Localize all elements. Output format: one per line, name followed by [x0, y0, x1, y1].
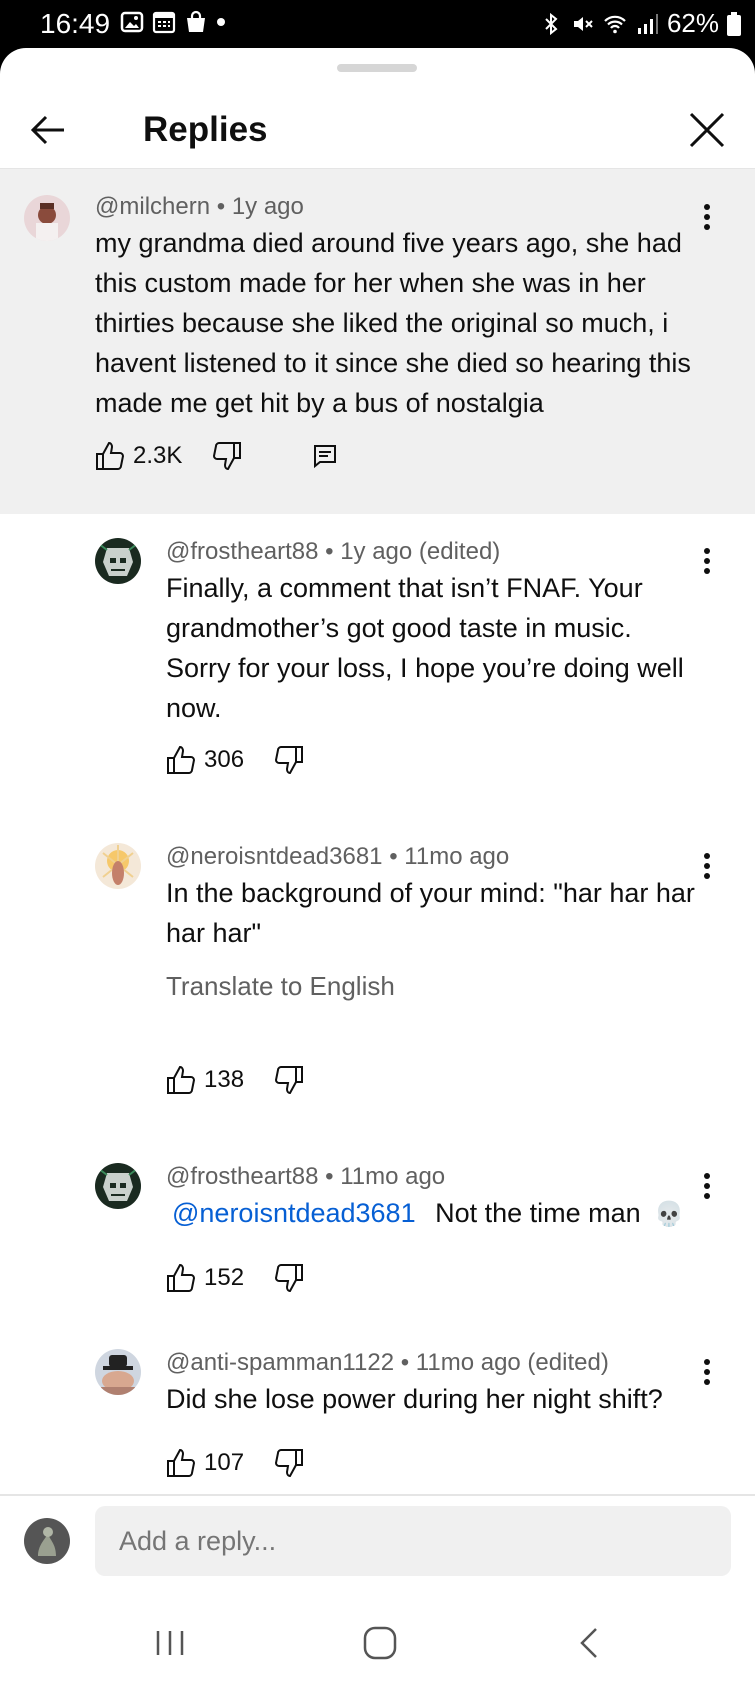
skull-emoji-icon: 💀	[654, 1201, 685, 1228]
calendar-icon	[152, 11, 176, 34]
thumbs-up-icon[interactable]	[95, 441, 125, 471]
reply-item: @frostheart88 • 1y ago (edited) Finally,…	[0, 538, 755, 788]
thumbs-up-icon[interactable]	[166, 1263, 196, 1293]
replies-header: Replies	[0, 88, 755, 168]
comment-actions: 152	[166, 1260, 304, 1296]
gallery-icon	[120, 11, 144, 33]
page-title: Replies	[143, 110, 268, 149]
comment-text: my grandma died around five years ago, s…	[95, 228, 691, 418]
comment-actions: 138	[166, 1062, 304, 1098]
reply-input[interactable]	[95, 1506, 731, 1576]
back-arrow-icon[interactable]	[26, 108, 70, 152]
comment-age: 11mo ago	[340, 1163, 446, 1190]
replies-sheet: Replies @milchern • 1y ago my grandma di…	[0, 48, 755, 1683]
translate-link[interactable]: Translate to English	[166, 971, 395, 1002]
comment-age: 11mo ago	[404, 843, 510, 870]
status-time: 16:49	[40, 8, 111, 39]
comment-author[interactable]: @frostheart88	[166, 538, 318, 565]
thumbs-down-icon[interactable]	[212, 441, 242, 471]
thumbs-up-icon[interactable]	[166, 1448, 196, 1478]
thumbs-down-icon[interactable]	[274, 1448, 304, 1478]
comment-actions: 107	[166, 1445, 304, 1481]
drag-handle[interactable]	[337, 64, 417, 72]
comment-text: @neroisntdead3681 Not the time man 💀	[172, 1198, 685, 1228]
avatar	[24, 1518, 70, 1564]
thumbs-down-icon[interactable]	[274, 1065, 304, 1095]
like-count: 107	[204, 1449, 245, 1476]
comment-author[interactable]: @milchern	[95, 193, 210, 220]
avatar[interactable]	[95, 538, 141, 584]
close-icon[interactable]	[685, 108, 729, 152]
avatar[interactable]	[95, 843, 141, 889]
parent-comment: @milchern • 1y ago my grandma died aroun…	[0, 169, 755, 514]
mention-link[interactable]: @neroisntdead3681	[172, 1198, 416, 1228]
like-count: 152	[204, 1264, 245, 1291]
signal-icon	[637, 13, 658, 34]
reply-item: @anti-spamman1122 • 11mo ago (edited) Di…	[0, 1349, 755, 1489]
reply-composer	[0, 1496, 755, 1586]
dot-icon	[217, 18, 225, 26]
avatar[interactable]	[95, 1349, 141, 1395]
comment-author[interactable]: @anti-spamman1122	[166, 1349, 394, 1376]
system-nav-bar	[0, 1603, 755, 1683]
status-bar: 16:49 62%	[0, 0, 755, 50]
recent-apps-icon[interactable]	[150, 1625, 190, 1661]
shopping-bag-icon	[187, 10, 205, 32]
comment-author[interactable]: @frostheart88	[166, 1163, 318, 1190]
back-icon[interactable]	[570, 1625, 610, 1661]
thumbs-down-icon[interactable]	[274, 745, 304, 775]
comment-text: Finally, a comment that isn’t FNAF. Your…	[166, 573, 684, 723]
like-count: 306	[204, 746, 245, 773]
comment-text: Did she lose power during her night shif…	[166, 1384, 663, 1414]
thumbs-down-icon[interactable]	[274, 1263, 304, 1293]
bluetooth-icon	[545, 12, 558, 35]
home-icon[interactable]	[360, 1625, 400, 1661]
avatar[interactable]	[24, 195, 70, 241]
battery-icon	[727, 11, 741, 36]
comment-age: 1y ago	[231, 193, 304, 220]
reply-icon[interactable]	[312, 443, 338, 469]
comment-actions: 2.3K	[95, 438, 338, 474]
reply-item: @frostheart88 • 11mo ago @neroisntdead36…	[0, 1163, 755, 1313]
avatar[interactable]	[95, 1163, 141, 1209]
mute-icon	[573, 16, 593, 31]
comment-age: 11mo ago (edited)	[415, 1349, 609, 1376]
like-count: 2.3K	[133, 442, 183, 469]
wifi-icon	[604, 15, 626, 33]
reply-item: @neroisntdead3681 • 11mo ago In the back…	[0, 843, 755, 1113]
thumbs-up-icon[interactable]	[166, 745, 196, 775]
comment-age: 1y ago (edited)	[340, 538, 501, 565]
like-count: 138	[204, 1066, 245, 1093]
comment-text: In the background of your mind: "har har…	[166, 878, 695, 948]
comment-author[interactable]: @neroisntdead3681	[166, 843, 383, 870]
battery-percentage: 62%	[666, 8, 719, 38]
thumbs-up-icon[interactable]	[166, 1065, 196, 1095]
comment-actions: 306	[166, 742, 304, 778]
